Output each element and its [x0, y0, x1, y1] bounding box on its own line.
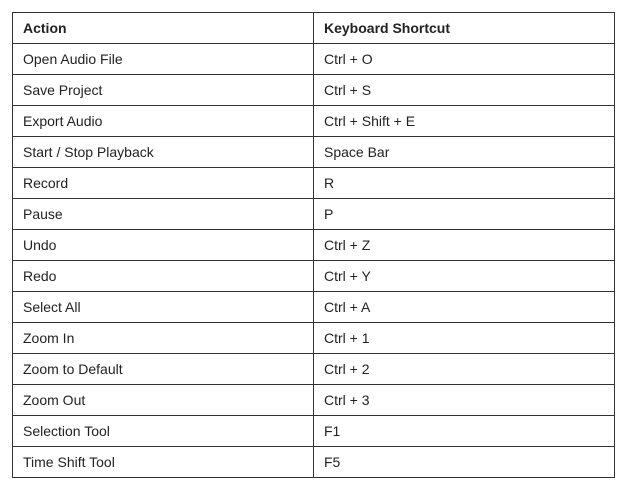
table-row: Record R [13, 168, 615, 199]
cell-shortcut: Ctrl + 3 [314, 385, 615, 416]
cell-shortcut: Ctrl + Z [314, 230, 615, 261]
cell-action: Zoom to Default [13, 354, 314, 385]
table-row: Open Audio File Ctrl + O [13, 44, 615, 75]
cell-shortcut: Ctrl + A [314, 292, 615, 323]
cell-action: Undo [13, 230, 314, 261]
table-row: Zoom to Default Ctrl + 2 [13, 354, 615, 385]
cell-shortcut: Ctrl + Y [314, 261, 615, 292]
table-row: Zoom Out Ctrl + 3 [13, 385, 615, 416]
header-shortcut: Keyboard Shortcut [314, 13, 615, 44]
cell-action: Open Audio File [13, 44, 314, 75]
cell-shortcut: R [314, 168, 615, 199]
table-row: Redo Ctrl + Y [13, 261, 615, 292]
table-row: Start / Stop Playback Space Bar [13, 137, 615, 168]
table-row: Select All Ctrl + A [13, 292, 615, 323]
cell-shortcut: F1 [314, 416, 615, 447]
cell-shortcut: Ctrl + S [314, 75, 615, 106]
cell-action: Time Shift Tool [13, 447, 314, 478]
cell-action: Start / Stop Playback [13, 137, 314, 168]
table-row: Export Audio Ctrl + Shift + E [13, 106, 615, 137]
table-body: Open Audio File Ctrl + O Save Project Ct… [13, 44, 615, 478]
cell-action: Zoom In [13, 323, 314, 354]
table-header-row: Action Keyboard Shortcut [13, 13, 615, 44]
cell-action: Zoom Out [13, 385, 314, 416]
table-row: Time Shift Tool F5 [13, 447, 615, 478]
cell-action: Pause [13, 199, 314, 230]
cell-shortcut: P [314, 199, 615, 230]
table-row: Undo Ctrl + Z [13, 230, 615, 261]
table-row: Save Project Ctrl + S [13, 75, 615, 106]
cell-action: Export Audio [13, 106, 314, 137]
cell-action: Save Project [13, 75, 314, 106]
cell-shortcut: F5 [314, 447, 615, 478]
cell-action: Record [13, 168, 314, 199]
cell-shortcut: Space Bar [314, 137, 615, 168]
cell-shortcut: Ctrl + Shift + E [314, 106, 615, 137]
shortcuts-table: Action Keyboard Shortcut Open Audio File… [12, 12, 615, 478]
table-row: Zoom In Ctrl + 1 [13, 323, 615, 354]
cell-shortcut: Ctrl + O [314, 44, 615, 75]
header-action: Action [13, 13, 314, 44]
cell-shortcut: Ctrl + 1 [314, 323, 615, 354]
table-row: Selection Tool F1 [13, 416, 615, 447]
cell-shortcut: Ctrl + 2 [314, 354, 615, 385]
table-row: Pause P [13, 199, 615, 230]
cell-action: Redo [13, 261, 314, 292]
cell-action: Selection Tool [13, 416, 314, 447]
cell-action: Select All [13, 292, 314, 323]
